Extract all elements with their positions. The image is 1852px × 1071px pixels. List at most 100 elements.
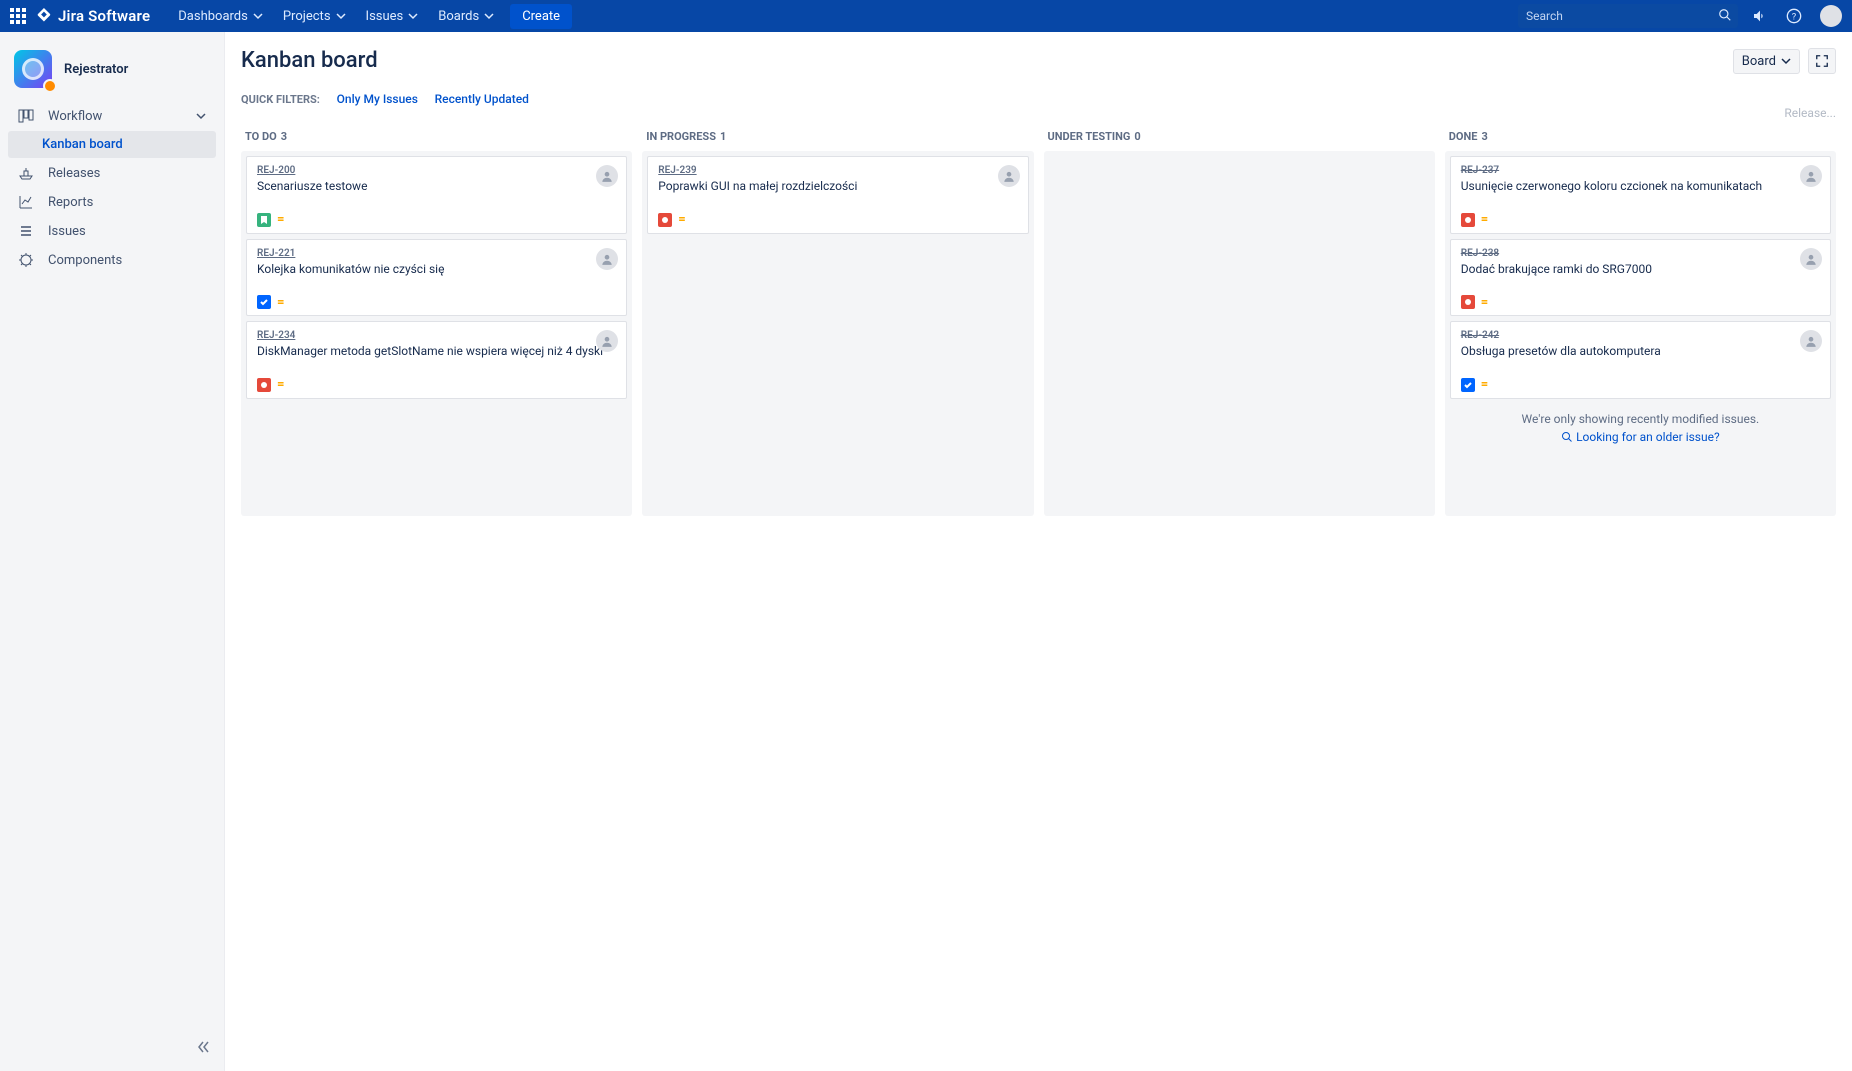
jira-logo[interactable]: Jira Software <box>36 7 150 25</box>
page-title: Kanban board <box>241 48 378 73</box>
column-undertesting: UNDER TESTING0 <box>1044 124 1435 516</box>
task-icon <box>1461 378 1475 392</box>
card-rej-237[interactable]: REJ-237 Usunięcie czerwonego koloru czci… <box>1450 156 1831 234</box>
priority-medium-icon: = <box>1481 378 1488 391</box>
search-icon <box>1561 431 1573 443</box>
card-key[interactable]: REJ-234 <box>257 330 616 341</box>
feedback-icon[interactable] <box>1748 4 1772 28</box>
sidebar-kanban-label: Kanban board <box>42 137 123 152</box>
jira-mark-icon <box>36 8 52 24</box>
nav-boards[interactable]: Boards <box>428 9 504 24</box>
bug-icon <box>658 213 672 227</box>
chevron-down-icon <box>196 111 206 121</box>
app-switcher-icon[interactable] <box>10 8 26 24</box>
project-icon <box>14 50 52 88</box>
board-dropdown[interactable]: Board <box>1733 49 1800 74</box>
card-key[interactable]: REJ-221 <box>257 248 616 259</box>
sidebar-item-reports[interactable]: Reports <box>8 188 216 216</box>
fullscreen-icon <box>1815 54 1829 68</box>
card-title: Usunięcie czerwonego koloru czcionek na … <box>1461 179 1820 195</box>
quick-filters-label: QUICK FILTERS: <box>241 93 320 106</box>
svg-text:?: ? <box>1792 11 1797 22</box>
board-icon <box>18 108 34 124</box>
card-rej-221[interactable]: REJ-221 Kolejka komunikatów nie czyści s… <box>246 239 627 317</box>
task-icon <box>257 295 271 309</box>
column-done: DONE3 REJ-237 Usunięcie czerwonego kolor… <box>1445 124 1836 516</box>
nav-projects[interactable]: Projects <box>273 9 356 24</box>
card-rej-200[interactable]: REJ-200 Scenariusze testowe = <box>246 156 627 234</box>
release-button[interactable]: Release... <box>1784 106 1836 120</box>
top-navigation: Jira Software Dashboards Projects Issues… <box>0 0 1852 32</box>
main-content: Kanban board Board QUICK FILTERS: Only M… <box>225 32 1852 1071</box>
sidebar-issues-label: Issues <box>48 224 86 239</box>
card-rej-234[interactable]: REJ-234 DiskManager metoda getSlotName n… <box>246 321 627 399</box>
column-inprogress-count: 1 <box>720 130 726 143</box>
sidebar-components-label: Components <box>48 253 122 268</box>
priority-medium-icon: = <box>277 378 284 391</box>
sidebar-item-kanban[interactable]: Kanban board <box>8 131 216 158</box>
bug-icon <box>1461 213 1475 227</box>
project-header[interactable]: Rejestrator <box>8 46 216 102</box>
column-inprogress-body[interactable]: REJ-239 Poprawki GUI na małej rozdzielcz… <box>642 151 1033 516</box>
sidebar-releases-label: Releases <box>48 166 100 181</box>
sidebar-item-issues[interactable]: Issues <box>8 217 216 245</box>
column-inprogress: IN PROGRESS1 REJ-239 Poprawki GUI na mał… <box>642 124 1033 516</box>
component-icon <box>18 252 34 268</box>
assignee-avatar[interactable] <box>1800 165 1822 187</box>
card-title: Obsługa presetów dla autokomputera <box>1461 344 1820 360</box>
card-key[interactable]: REJ-239 <box>658 165 1017 176</box>
assignee-avatar[interactable] <box>596 248 618 270</box>
card-title: Kolejka komunikatów nie czyści się <box>257 262 616 278</box>
priority-medium-icon: = <box>277 213 284 226</box>
collapse-sidebar-button[interactable] <box>196 1039 212 1059</box>
nav-issues[interactable]: Issues <box>356 9 429 24</box>
help-icon[interactable]: ? <box>1782 4 1806 28</box>
sidebar: Rejestrator Workflow Kanban board Releas… <box>0 32 225 1071</box>
priority-medium-icon: = <box>277 296 284 309</box>
column-todo-body[interactable]: REJ-200 Scenariusze testowe = REJ-221 Ko… <box>241 151 632 516</box>
sidebar-reports-label: Reports <box>48 195 93 210</box>
sidebar-item-workflow[interactable]: Workflow <box>8 102 216 130</box>
card-rej-238[interactable]: REJ-238 Dodać brakujące ramki do SRG7000… <box>1450 239 1831 317</box>
bug-icon <box>257 378 271 392</box>
column-undertesting-title: UNDER TESTING <box>1048 130 1131 143</box>
card-title: DiskManager metoda getSlotName nie wspie… <box>257 344 616 360</box>
column-todo-count: 3 <box>281 130 287 143</box>
column-done-count: 3 <box>1481 130 1487 143</box>
profile-avatar[interactable] <box>1820 5 1842 27</box>
nav-boards-label: Boards <box>438 9 479 24</box>
nav-issues-label: Issues <box>366 9 404 24</box>
older-issues-link[interactable]: Looking for an older issue? <box>1576 430 1720 444</box>
search-input[interactable] <box>1518 4 1738 28</box>
card-key[interactable]: REJ-200 <box>257 165 616 176</box>
column-todo-title: TO DO <box>245 130 277 143</box>
column-undertesting-count: 0 <box>1134 130 1140 143</box>
card-rej-239[interactable]: REJ-239 Poprawki GUI na małej rozdzielcz… <box>647 156 1028 234</box>
nav-dashboards[interactable]: Dashboards <box>168 9 273 24</box>
filter-only-my-issues[interactable]: Only My Issues <box>337 92 418 106</box>
filter-recently-updated[interactable]: Recently Updated <box>435 92 529 106</box>
fullscreen-button[interactable] <box>1808 48 1836 74</box>
chart-icon <box>18 194 34 210</box>
column-done-body[interactable]: REJ-237 Usunięcie czerwonego koloru czci… <box>1445 151 1836 516</box>
card-key[interactable]: REJ-237 <box>1461 165 1820 176</box>
search-icon <box>1718 8 1732 22</box>
card-rej-242[interactable]: REJ-242 Obsługa presetów dla autokompute… <box>1450 321 1831 399</box>
assignee-avatar[interactable] <box>998 165 1020 187</box>
sidebar-item-components[interactable]: Components <box>8 246 216 274</box>
card-key[interactable]: REJ-238 <box>1461 248 1820 259</box>
column-undertesting-body[interactable] <box>1044 151 1435 516</box>
card-title: Scenariusze testowe <box>257 179 616 195</box>
priority-medium-icon: = <box>678 213 685 226</box>
project-name: Rejestrator <box>64 62 128 77</box>
kanban-board: Release... TO DO3 REJ-200 Scenariusze te… <box>241 124 1836 516</box>
assignee-avatar[interactable] <box>1800 248 1822 270</box>
sidebar-item-releases[interactable]: Releases <box>8 159 216 187</box>
older-issues-msg: We're only showing recently modified iss… <box>1454 412 1827 426</box>
create-button[interactable]: Create <box>510 4 572 29</box>
priority-medium-icon: = <box>1481 296 1488 309</box>
chevron-down-icon <box>336 11 346 21</box>
card-title: Poprawki GUI na małej rozdzielczości <box>658 179 1017 195</box>
card-key[interactable]: REJ-242 <box>1461 330 1820 341</box>
chevron-down-icon <box>1781 56 1791 66</box>
